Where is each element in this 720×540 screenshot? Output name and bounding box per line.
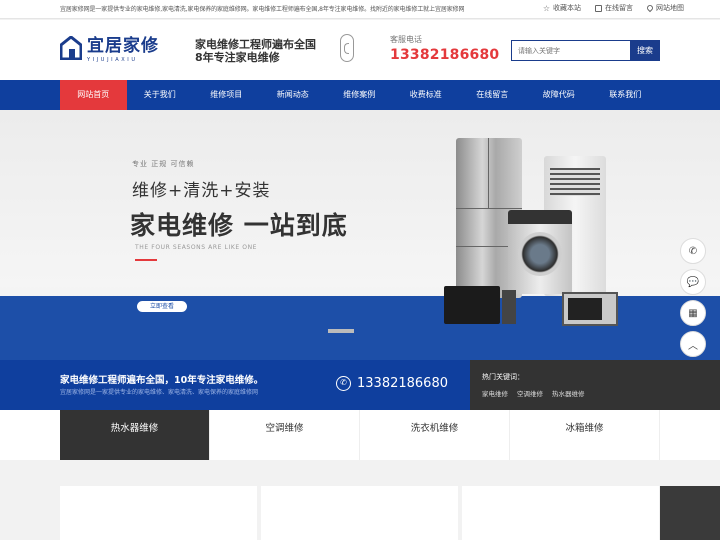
banner-tag: 专业 正规 可信赖 [132,160,195,168]
product-card[interactable] [261,486,458,540]
site-description: 宜居家修网是一家提供专业的家电维修,家电清洗,家电保养的家庭维修网。家电维修工程… [60,6,465,13]
strip-phone: ✆ 13382186680 [336,376,448,391]
qrcode-float-button[interactable]: ▦ [680,300,706,326]
slider-dot-active[interactable] [366,329,392,333]
service-tabs: 热水器维修 空调维修 洗衣机维修 冰箱维修 [0,410,720,460]
nav-message[interactable]: 在线留言 [459,80,526,110]
search-box: 搜索 [511,40,660,61]
nav-contact[interactable]: 联系我们 [592,80,659,110]
banner-headline: 维修+清洗+安装 [132,181,271,201]
nav-about[interactable]: 关于我们 [127,80,194,110]
tab-washing-machine[interactable]: 洗衣机维修 [360,410,510,460]
hotline-label: 客服电话 [390,35,422,44]
washing-machine-image [508,210,572,294]
back-to-top-button[interactable]: ︿ [680,331,706,357]
phone-icon: ✆ [336,376,351,391]
oven-image [444,286,500,324]
hotline: 客服电话 13382186680 [390,34,499,63]
hero-banner: 专业 正规 可信赖 维修+清洗+安装 家电维修 一站到底 THE FOUR SE… [0,110,720,360]
product-card[interactable] [462,486,659,540]
hot-keywords-title: 热门关键词： [482,373,524,381]
main-nav: 网站首页 关于我们 维修项目 新闻动态 维修案例 收费标准 在线留言 故障代码 … [0,80,720,110]
strip-title: 家电维修工程师遍布全国，10年专注家电维修。 [60,375,264,386]
logo-pinyin: YIJUJIAXIU [87,57,138,63]
keyword-link[interactable]: 热水器维修 [552,388,585,398]
keyword-link[interactable]: 家电维修 [482,388,508,398]
logo[interactable]: 宜居家修 YIJUJIAXIU [60,36,159,63]
search-input[interactable] [511,40,630,61]
tab-air-conditioner[interactable]: 空调维修 [210,410,360,460]
header-slogan: 家电维修工程师遍布全国 8年专注家电维修 [195,38,316,64]
location-pin-icon [645,3,655,13]
nav-home[interactable]: 网站首页 [60,80,127,110]
banner-title: 家电维修 一站到底 [130,211,348,240]
tab-water-heater[interactable]: 热水器维修 [60,410,210,460]
banner-more-button[interactable]: 立即查看 [137,301,187,312]
house-logo-icon [60,36,82,60]
qrcode-icon: ▦ [688,307,698,319]
nav-news[interactable]: 新闻动态 [260,80,327,110]
chat-float-button[interactable]: 💬 [680,269,706,295]
slider-dots [328,329,392,333]
top-links: ☆ 收藏本站 在线留言 网站地图 [543,3,684,13]
nav-pricing[interactable]: 收费标准 [393,80,460,110]
header: 宜居家修 YIJUJIAXIU 家电维修工程师遍布全国 8年专注家电维修 客服电… [0,20,720,80]
product-card[interactable] [60,486,257,540]
keyword-link[interactable]: 空调维修 [517,388,543,398]
chat-icon: 💬 [686,276,700,288]
search-button[interactable]: 搜索 [630,40,660,61]
nav-fault-codes[interactable]: 故障代码 [526,80,593,110]
banner-subtitle-en: THE FOUR SEASONS ARE LIKE ONE [135,244,258,251]
sitemap-link[interactable]: 网站地图 [645,3,684,13]
appliance-image [502,290,516,324]
info-strip: 家电维修工程师遍布全国，10年专注家电维修。 宜居家修网是一家提供专业的家电维修… [0,360,720,410]
nav-cases[interactable]: 维修案例 [326,80,393,110]
hot-keywords: 热门关键词： 家电维修 空调维修 热水器维修 [470,360,720,410]
phone-icon [340,34,354,62]
chevron-up-icon: ︿ [688,340,698,352]
star-icon: ☆ [542,3,550,13]
floating-toolbar: ✆ 💬 ▦ ︿ [680,238,706,357]
top-bar: 宜居家修网是一家提供专业的家电维修,家电清洗,家电保养的家庭维修网。家电维修工程… [0,0,720,19]
bookmark-link[interactable]: ☆ 收藏本站 [543,3,581,13]
banner-divider [135,259,157,261]
microwave-image [562,292,618,326]
message-link[interactable]: 在线留言 [595,3,633,13]
phone-float-button[interactable]: ✆ [680,238,706,264]
slider-dot[interactable] [328,329,354,333]
hotline-number: 13382186680 [390,47,500,63]
product-grid [0,460,720,540]
message-icon [595,4,602,12]
product-card[interactable] [660,486,720,540]
strip-subtitle: 宜居家修网是一家提供专业的家电维修、家电清洗、家电保养的家庭维修网 [60,389,259,396]
phone-icon: ✆ [688,245,698,257]
nav-services[interactable]: 维修项目 [193,80,260,110]
logo-text: 宜居家修 [87,36,159,56]
tab-refrigerator[interactable]: 冰箱维修 [510,410,660,460]
strip-phone-number: 13382186680 [357,376,448,391]
